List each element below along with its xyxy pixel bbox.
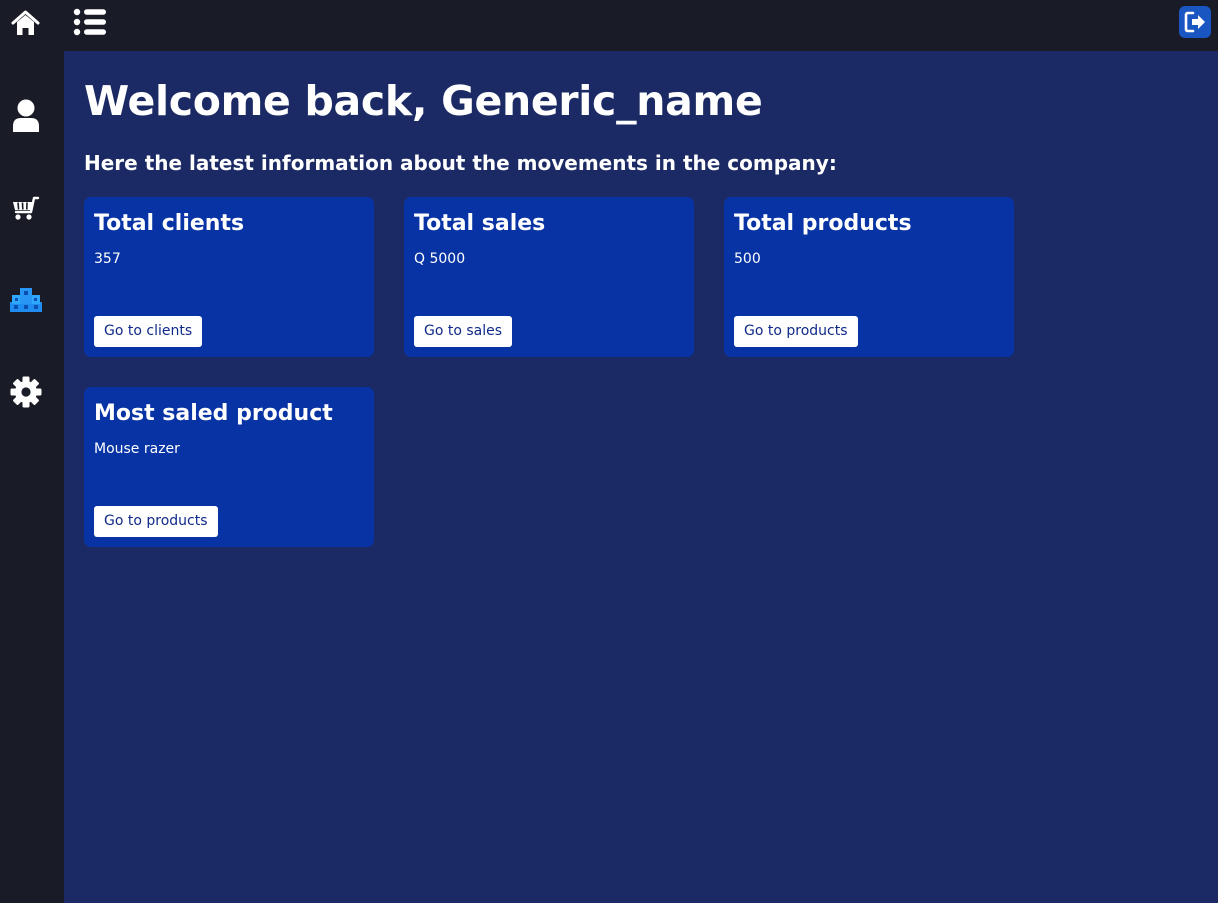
top-bar xyxy=(0,0,1218,51)
sidebar xyxy=(0,51,64,903)
home-icon[interactable] xyxy=(11,9,40,37)
card-value: Q 5000 xyxy=(414,251,466,267)
card-total-products: Total products 500 Go to products xyxy=(724,197,1014,357)
go-to-sales-button[interactable]: Go to sales xyxy=(414,316,513,347)
card-total-clients: Total clients 357 Go to clients xyxy=(84,197,374,357)
user-icon[interactable] xyxy=(12,99,40,133)
card-total-sales: Total sales Q 5000 Go to sales xyxy=(404,197,694,357)
card-value: Mouse razer xyxy=(94,441,180,457)
main-content: Welcome back, Generic_name Here the late… xyxy=(64,51,1218,903)
boxes-icon[interactable] xyxy=(9,286,43,314)
page-title: Welcome back, Generic_name xyxy=(84,77,763,125)
go-to-clients-button[interactable]: Go to clients xyxy=(94,316,203,347)
go-to-products-button[interactable]: Go to products xyxy=(734,316,858,347)
card-title: Total products xyxy=(734,211,912,236)
card-value: 357 xyxy=(94,251,121,267)
go-to-products-button[interactable]: Go to products xyxy=(94,506,218,537)
card-title: Total sales xyxy=(414,211,546,236)
logout-icon[interactable] xyxy=(1179,6,1211,38)
gear-icon[interactable] xyxy=(10,376,42,408)
card-title: Most saled product xyxy=(94,401,333,426)
card-most-saled-product: Most saled product Mouse razer Go to pro… xyxy=(84,387,374,547)
page-subtitle: Here the latest information about the mo… xyxy=(84,151,837,175)
cart-icon[interactable] xyxy=(11,195,41,221)
menu-list-icon[interactable] xyxy=(73,8,107,36)
card-value: 500 xyxy=(734,251,761,267)
card-title: Total clients xyxy=(94,211,245,236)
